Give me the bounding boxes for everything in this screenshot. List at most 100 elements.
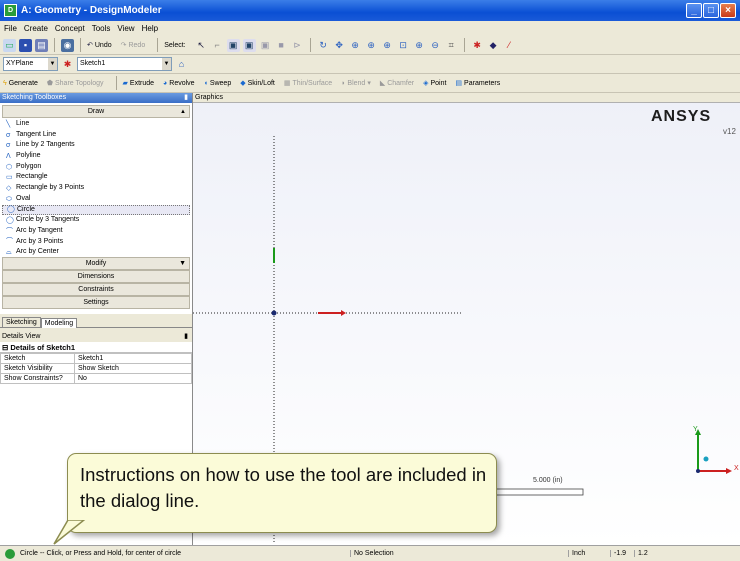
settings-group-header[interactable]: Settings	[2, 296, 190, 309]
revolve-button[interactable]: ◕ Revolve	[163, 80, 195, 87]
plane-toolbar: XYPlane ▼ ✱ Sketch1 ▼ ⌂	[0, 55, 740, 74]
menu-view[interactable]: View	[117, 24, 134, 33]
x-axis-arrowhead	[341, 310, 346, 316]
chamfer-button[interactable]: ◣ Chamfer	[380, 79, 414, 88]
skin-loft-button[interactable]: ◆ Skin/Loft	[240, 79, 275, 88]
select-mode-icon[interactable]: ⌐	[211, 39, 224, 52]
save-icon[interactable]: ▪	[19, 38, 32, 52]
new-sketch-icon[interactable]: ⌂	[175, 58, 188, 71]
blend-button[interactable]: ◗ Blend ▾	[341, 79, 371, 88]
share-topology-button[interactable]: ⬟ Share Topology	[46, 79, 104, 88]
origin-point	[271, 310, 277, 316]
menu-bar: File Create Concept Tools View Help	[0, 21, 740, 36]
undo-icon: ↶	[87, 42, 93, 49]
coord-y: 1.2	[634, 550, 654, 557]
status-bar: Circle -- Click, or Press and Hold, for …	[0, 545, 740, 561]
arc-3pt-icon: ⌒	[6, 238, 13, 246]
zoom-window-icon[interactable]: ⊡	[397, 39, 410, 52]
window-title: A: Geometry - DesignModeler	[21, 5, 162, 16]
triad-x-label: X	[734, 465, 739, 472]
modify-group-header[interactable]: Modify ▼	[2, 257, 190, 270]
graphics-header: Graphics	[193, 93, 740, 103]
tool-rectangle-by-3-points[interactable]: ◇ Rectangle by 3 Points	[2, 183, 190, 194]
collapse-icon[interactable]: ⊟	[2, 343, 8, 352]
sweep-button[interactable]: ◖ Sweep	[204, 80, 232, 87]
menu-help[interactable]: Help	[142, 24, 158, 33]
select-edge-icon[interactable]: ▣	[242, 38, 256, 52]
pin-icon[interactable]: ▮	[184, 332, 188, 342]
select-vertex-icon[interactable]: ■	[275, 39, 288, 52]
select-point-icon[interactable]: ↖	[195, 39, 208, 52]
close-button[interactable]: ×	[720, 3, 736, 18]
minimize-button[interactable]: _	[686, 3, 702, 18]
ruler-icon[interactable]: ⁄	[503, 39, 516, 52]
new-icon[interactable]: ▭	[3, 38, 16, 52]
rotate-icon[interactable]: ↻	[317, 39, 330, 52]
tool-circle-by-3-tangents[interactable]: ◯ Circle by 3 Tangents	[2, 215, 190, 226]
line-2-tangents-icon: σ	[6, 142, 11, 150]
menu-concept[interactable]: Concept	[55, 24, 85, 33]
redo-button[interactable]: ↷ Redo	[120, 41, 146, 50]
zoom-out-icon[interactable]: ⊖	[429, 39, 442, 52]
share-topology-icon: ⬟	[46, 80, 53, 87]
select-body-icon[interactable]: ▣	[259, 39, 272, 52]
tool-arc-by-3-points[interactable]: ⌒ Arc by 3 Points	[2, 237, 190, 248]
tool-circle[interactable]: ◯ Circle	[2, 204, 190, 216]
menu-file[interactable]: File	[4, 24, 17, 33]
dimensions-group-header[interactable]: Dimensions	[2, 270, 190, 283]
pan-icon[interactable]: ✥	[333, 39, 346, 52]
details-view-header: Details View ▮	[0, 332, 192, 342]
export-icon[interactable]: ▤	[35, 38, 48, 52]
zoom-icon[interactable]: ⊕	[349, 39, 362, 52]
thin-surface-button[interactable]: ▦ Thin/Surface	[284, 79, 332, 88]
pin-icon[interactable]: ▮	[184, 93, 188, 103]
oval-icon: ⬭	[6, 195, 12, 203]
maximize-button[interactable]: □	[703, 3, 719, 18]
iso-view-icon[interactable]: ⌗	[445, 39, 458, 52]
coord-x: -1.9	[610, 550, 634, 557]
redo-icon: ↷	[120, 42, 127, 49]
select-face-icon[interactable]: ▣	[226, 38, 240, 52]
tool-tangent-line[interactable]: σ Tangent Line	[2, 130, 190, 141]
details-table: Sketch Sketch1 Sketch Visibility Show Sket…	[0, 353, 192, 384]
new-plane-icon[interactable]: ✱	[61, 58, 74, 71]
details-section-title: ⊟ Details of Sketch1	[0, 342, 192, 353]
point-button[interactable]: ◈ Point	[423, 79, 446, 88]
triad-icon[interactable]: ✱	[471, 39, 484, 52]
sketching-toolboxes-header: Sketching Toolboxes ▮	[0, 93, 192, 103]
tool-line-by-2-tangents[interactable]: σ Line by 2 Tangents	[2, 140, 190, 151]
screenshot-icon[interactable]: ◉	[61, 38, 74, 52]
rectangle-3pt-icon: ◇	[6, 184, 12, 192]
rectangle-icon: ▭	[6, 174, 13, 182]
lightning-icon: ϟ	[3, 79, 7, 87]
draw-group-header[interactable]: Draw ▲	[2, 105, 190, 118]
tool-oval[interactable]: ⬭ Oval	[2, 194, 190, 205]
extend-select-icon[interactable]: ⊳	[291, 39, 304, 52]
table-row[interactable]: Sketch Visibility Show Sketch	[0, 363, 192, 374]
tab-modeling[interactable]: Modeling	[40, 318, 78, 328]
menu-create[interactable]: Create	[24, 24, 48, 33]
tool-polygon[interactable]: ⬡ Polygon	[2, 162, 190, 173]
zoom-box-icon[interactable]: ⊕	[365, 39, 378, 52]
display-icon[interactable]: ◆	[487, 39, 500, 52]
table-row[interactable]: Show Constraints? No	[0, 373, 192, 384]
undo-button[interactable]: ↶ Undo	[87, 41, 112, 50]
tool-polyline[interactable]: Λ Polyline	[2, 151, 190, 162]
menu-tools[interactable]: Tools	[92, 24, 111, 33]
tool-line[interactable]: ╲ Line	[2, 119, 190, 130]
parameters-button[interactable]: ▤ Parameters	[455, 79, 500, 88]
zoom-fit-icon[interactable]: ⊕	[381, 39, 394, 52]
tool-arc-by-tangent[interactable]: ⌒ Arc by Tangent	[2, 226, 190, 237]
table-row[interactable]: Sketch Sketch1	[0, 353, 192, 364]
zoom-in-icon[interactable]: ⊕	[413, 39, 426, 52]
tool-rectangle[interactable]: ▭ Rectangle	[2, 172, 190, 183]
generate-button[interactable]: ϟ Generate	[3, 80, 38, 87]
chevron-up-icon: ▲	[180, 109, 186, 115]
polygon-icon: ⬡	[6, 163, 13, 171]
constraints-group-header[interactable]: Constraints	[2, 283, 190, 296]
sketch-select[interactable]: Sketch1 ▼	[77, 57, 172, 71]
extrude-button[interactable]: ▰ Extrude	[123, 79, 155, 88]
plane-select[interactable]: XYPlane ▼	[3, 57, 58, 71]
status-message: Circle -- Click, or Press and Hold, for …	[20, 550, 182, 557]
tab-sketching[interactable]: Sketching	[2, 317, 41, 327]
